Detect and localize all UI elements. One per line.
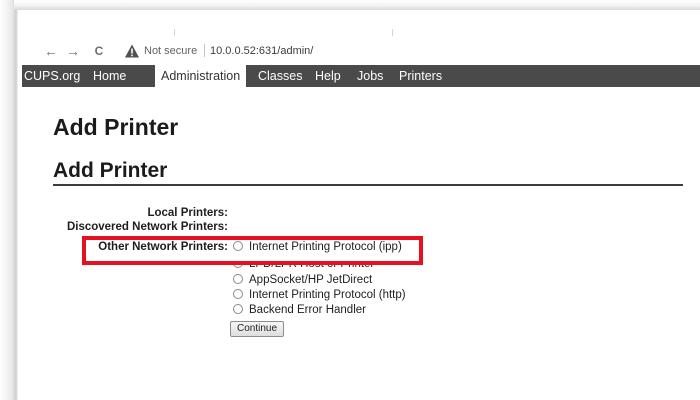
radio-appsocket[interactable] <box>233 274 243 284</box>
section-divider <box>53 184 683 186</box>
option-http[interactable]: Internet Printing Protocol (http) <box>233 288 406 303</box>
url-field[interactable]: 10.0.0.52:631/admin/ <box>210 43 313 59</box>
page-title: Add Printer <box>53 114 179 140</box>
address-bar: ← → C Not secure 10.0.0.52:631/admin/ <box>18 38 700 64</box>
url-separator <box>204 44 205 57</box>
option-backend-error[interactable]: Backend Error Handler <box>233 303 366 318</box>
nav-item-administration[interactable]: Administration <box>155 65 247 87</box>
tab-separator <box>392 29 393 36</box>
nav-item-home[interactable]: Home <box>93 65 126 87</box>
window-shadow-left <box>0 0 18 400</box>
nav-item-cups-org[interactable]: CUPS.org <box>24 65 80 87</box>
radio-http[interactable] <box>233 289 243 299</box>
nav-item-help[interactable]: Help <box>315 65 341 87</box>
cups-navbar: CUPS.org Home Administration Classes Hel… <box>22 65 700 87</box>
forward-arrow-icon[interactable]: → <box>64 41 82 61</box>
option-backend-error-label: Backend Error Handler <box>249 304 366 316</box>
highlight-box <box>82 236 423 265</box>
local-printers-label: Local Printers: <box>147 207 228 219</box>
security-status-text[interactable]: Not secure <box>144 43 197 59</box>
radio-backend-error[interactable] <box>233 304 243 314</box>
continue-button[interactable]: Continue <box>230 321 284 337</box>
back-arrow-icon[interactable]: ← <box>42 41 60 61</box>
window-shadow-top <box>14 0 700 10</box>
nav-item-classes[interactable]: Classes <box>258 65 302 87</box>
tab-strip <box>18 10 700 38</box>
section-title: Add Printer <box>53 159 168 182</box>
tab-separator <box>174 29 175 36</box>
warning-triangle-icon[interactable] <box>124 43 140 59</box>
option-appsocket-label: AppSocket/HP JetDirect <box>249 274 373 286</box>
nav-item-printers[interactable]: Printers <box>399 65 442 87</box>
discovered-printers-label: Discovered Network Printers: <box>66 221 228 231</box>
reload-icon[interactable]: C <box>90 41 108 61</box>
option-appsocket[interactable]: AppSocket/HP JetDirect <box>233 273 372 288</box>
nav-item-jobs[interactable]: Jobs <box>357 65 383 87</box>
option-http-label: Internet Printing Protocol (http) <box>249 289 406 301</box>
